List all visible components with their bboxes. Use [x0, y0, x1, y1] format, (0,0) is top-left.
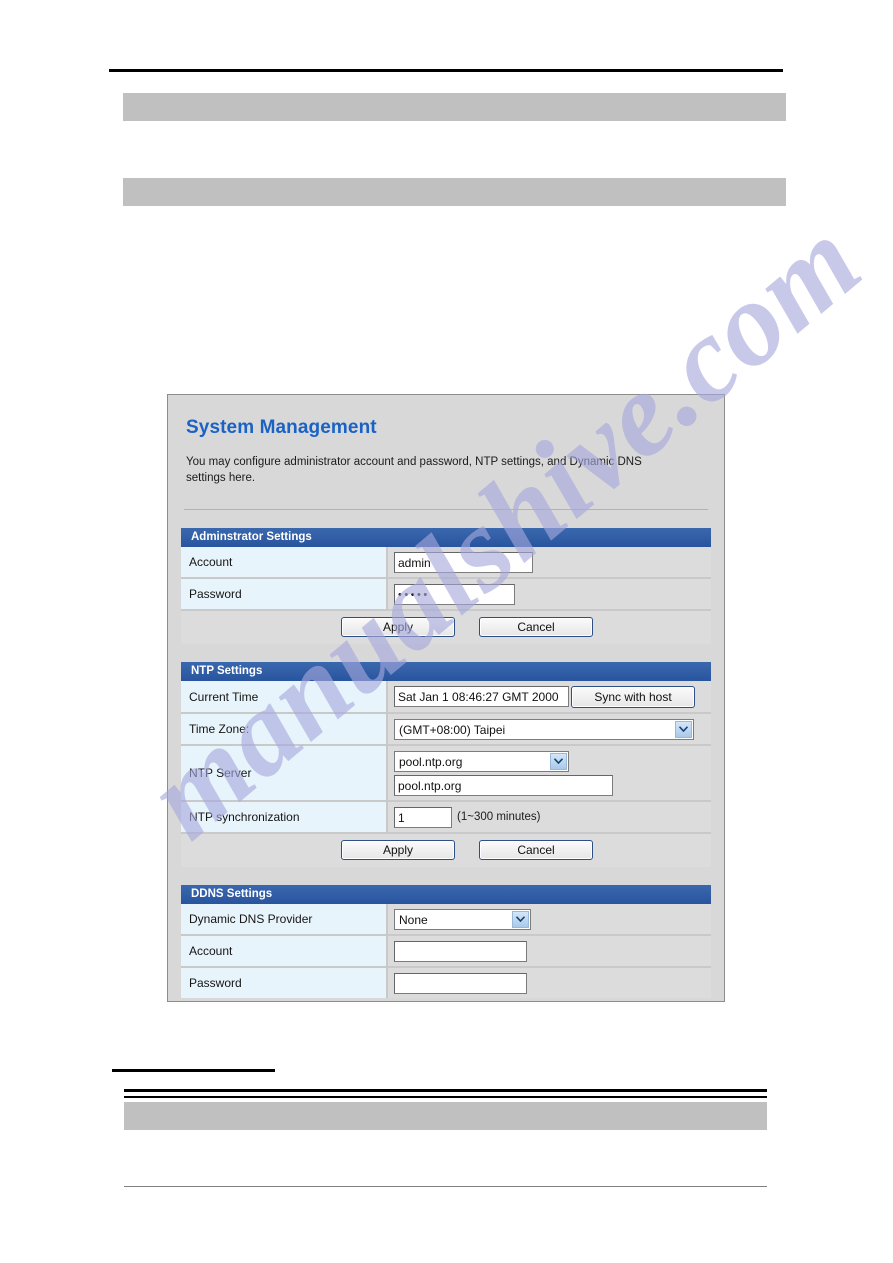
ntp-synchronization-hint: (1~300 minutes) [457, 811, 541, 824]
time-zone-label: Time Zone: [181, 713, 388, 744]
chevron-down-icon [550, 752, 567, 770]
ddns-provider-select[interactable]: None [394, 908, 531, 930]
current-time-label: Current Time [181, 680, 388, 712]
page-bottom-rule [124, 1186, 767, 1187]
ddns-account-value-cell [388, 935, 711, 966]
redacted-header-bar-2 [123, 178, 786, 206]
time-zone-select[interactable]: (GMT+08:00) Taipei [394, 718, 694, 740]
admin-password-value-cell: ••••• [388, 578, 711, 609]
sync-with-host-button[interactable]: Sync with host [571, 685, 695, 708]
section-header-ddns: DDNS Settings [181, 884, 711, 904]
time-zone-value-cell: (GMT+08:00) Taipei [388, 713, 711, 744]
admin-account-label: Account [181, 546, 388, 577]
admin-account-input[interactable]: admin [394, 551, 533, 573]
ntp-synchronization-value-cell: 1 (1~300 minutes) [388, 801, 711, 832]
page-title: System Management [186, 417, 377, 438]
chevron-down-icon [512, 910, 529, 928]
ntp-server-selected-value: pool.ntp.org [399, 754, 463, 769]
ntp-apply-button[interactable]: Apply [341, 839, 455, 860]
form-row-ddns-provider: Dynamic DNS Provider None [181, 903, 711, 936]
title-divider [184, 508, 708, 510]
page-footer-rule-a [124, 1089, 767, 1092]
ntp-synchronization-input[interactable]: 1 [394, 806, 452, 828]
section-header-ntp: NTP Settings [181, 661, 711, 681]
ntp-server-value-cell: pool.ntp.org pool.ntp.org [388, 745, 711, 800]
admin-cancel-button[interactable]: Cancel [479, 616, 593, 637]
form-row-ddns-account: Account [181, 935, 711, 968]
admin-button-row: Apply Cancel [181, 610, 711, 644]
ntp-server-select[interactable]: pool.ntp.org [394, 750, 569, 772]
form-row-admin-account: Account admin [181, 546, 711, 579]
router-admin-screenshot: System Management You may configure admi… [167, 394, 725, 1002]
ddns-provider-value-cell: None [388, 903, 711, 934]
chevron-down-icon [675, 720, 692, 738]
current-time-value-cell: Sat Jan 1 08:46:27 GMT 2000 Sync with ho… [388, 680, 711, 712]
ddns-password-value-cell [388, 967, 711, 998]
redacted-footer-bar [124, 1102, 767, 1130]
ntp-synchronization-label: NTP synchronization [181, 801, 388, 832]
form-row-time-zone: Time Zone: (GMT+08:00) Taipei [181, 713, 711, 746]
ddns-password-input[interactable] [394, 972, 527, 994]
ddns-provider-label: Dynamic DNS Provider [181, 903, 388, 934]
ntp-server-label: NTP Server [181, 745, 388, 800]
form-row-admin-password: Password ••••• [181, 578, 711, 611]
form-row-ddns-password: Password [181, 967, 711, 998]
page-footer-rule-b [124, 1096, 767, 1098]
page-footer-rule-short [112, 1069, 275, 1072]
admin-password-label: Password [181, 578, 388, 609]
time-zone-selected-value: (GMT+08:00) Taipei [399, 722, 506, 737]
redacted-header-bar-1 [123, 93, 786, 121]
ntp-button-row: Apply Cancel [181, 833, 711, 867]
current-time-input[interactable]: Sat Jan 1 08:46:27 GMT 2000 [394, 686, 569, 708]
page-header-rule [109, 69, 783, 72]
ddns-password-label: Password [181, 967, 388, 998]
section-header-administrator: Adminstrator Settings [181, 527, 711, 547]
admin-apply-button[interactable]: Apply [341, 616, 455, 637]
ddns-account-label: Account [181, 935, 388, 966]
form-row-current-time: Current Time Sat Jan 1 08:46:27 GMT 2000… [181, 680, 711, 714]
ntp-cancel-button[interactable]: Cancel [479, 839, 593, 860]
page-description: You may configure administrator account … [186, 456, 642, 484]
admin-account-value-cell: admin [388, 546, 711, 577]
ddns-account-input[interactable] [394, 940, 527, 962]
form-row-ntp-server: NTP Server pool.ntp.org pool.ntp.org [181, 745, 711, 802]
ntp-server-input[interactable]: pool.ntp.org [394, 774, 613, 796]
admin-password-input[interactable]: ••••• [394, 583, 515, 605]
form-row-ntp-synchronization: NTP synchronization 1 (1~300 minutes) [181, 801, 711, 834]
ddns-provider-selected-value: None [399, 912, 428, 927]
